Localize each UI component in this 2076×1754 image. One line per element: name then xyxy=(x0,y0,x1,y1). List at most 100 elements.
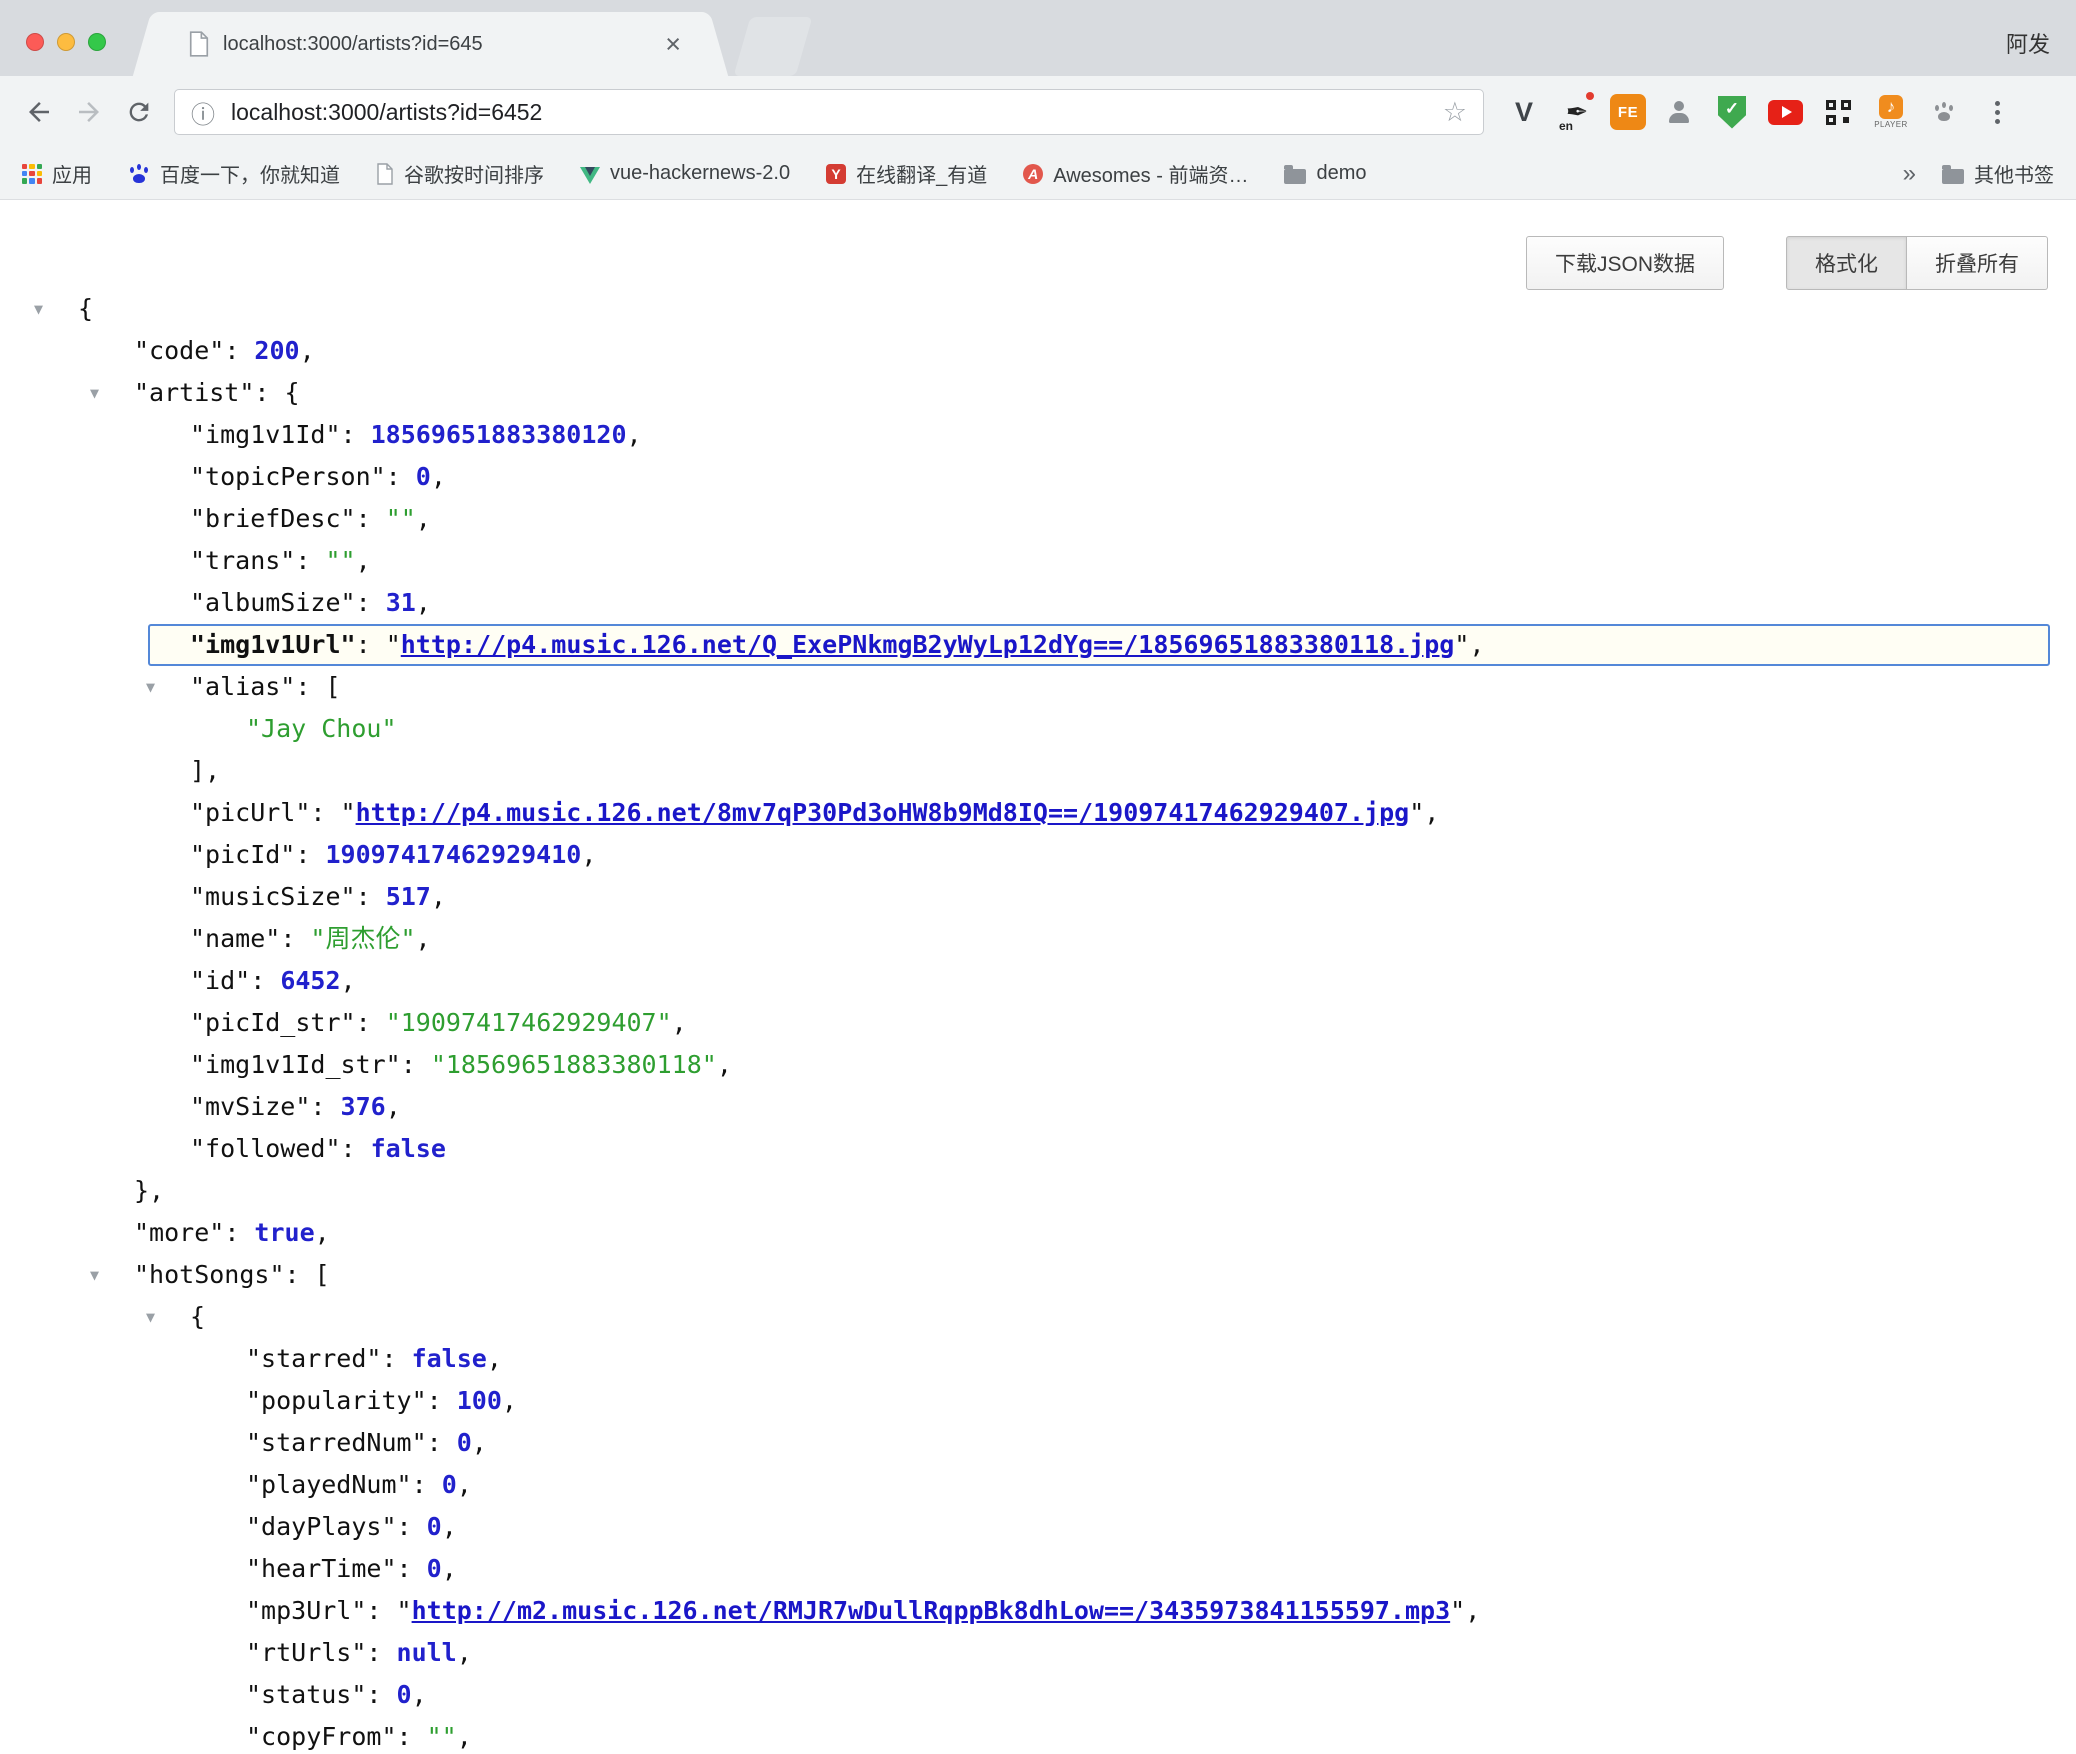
collapse-toggle-icon[interactable]: ▼ xyxy=(90,1254,99,1296)
download-json-button[interactable]: 下载JSON数据 xyxy=(1526,236,1724,290)
close-tab-icon[interactable]: × xyxy=(665,31,681,58)
collapse-all-button[interactable]: 折叠所有 xyxy=(1907,236,2048,290)
json-url-link[interactable]: http://p4.music.126.net/Q_ExePNkmgB2yWyL… xyxy=(401,630,1455,659)
new-tab-button[interactable] xyxy=(734,17,813,76)
json-line-highlighted: "img1v1Url": "http://p4.music.126.net/Q_… xyxy=(148,624,2050,666)
json-line: "img1v1Id": 18569651883380120, xyxy=(0,414,2076,456)
json-token: 0 xyxy=(457,1428,472,1457)
json-line: "mp3Url": "http://m2.music.126.net/RMJR7… xyxy=(0,1590,2076,1632)
json-url-link[interactable]: http://p4.music.126.net/8mv7qP30Pd3oHW8b… xyxy=(356,798,1410,827)
bookmarks-overflow-icon[interactable]: » xyxy=(1903,160,1916,188)
paw-icon xyxy=(1933,101,1955,123)
window-close-button[interactable] xyxy=(26,33,44,51)
bookmark-label: Awesomes - 前端资… xyxy=(1053,159,1248,188)
collapse-toggle-icon[interactable]: ▼ xyxy=(146,666,155,708)
json-token: , xyxy=(300,336,315,365)
reload-icon xyxy=(125,98,153,126)
three-dot-menu-icon xyxy=(1995,101,2000,106)
json-token: , xyxy=(442,1512,457,1541)
json-token: , xyxy=(1469,630,1484,659)
player-extension-icon[interactable]: ♪ PLAYER xyxy=(1871,88,1911,136)
view-mode-segment: 格式化 折叠所有 xyxy=(1786,236,2048,290)
json-token: , xyxy=(431,882,446,911)
json-token: "" xyxy=(386,504,416,533)
v-extension-icon[interactable]: V xyxy=(1504,88,1544,136)
url-text[interactable]: localhost:3000/artists?id=6452 xyxy=(231,99,1443,126)
bookmark-star-icon[interactable]: ☆ xyxy=(1443,97,1467,128)
page-info-icon[interactable]: ⓘ xyxy=(191,95,215,130)
json-token: , xyxy=(315,1218,330,1247)
forward-arrow-icon xyxy=(74,97,104,127)
json-token: , xyxy=(356,546,371,575)
json-token: " xyxy=(1450,1596,1465,1625)
grid-cell xyxy=(37,164,42,169)
json-line: "dayPlays": 0, xyxy=(0,1506,2076,1548)
json-line: "picId_str": "19097417462929407", xyxy=(0,1002,2076,1044)
json-token: "img1v1Url" xyxy=(190,630,356,659)
address-bar[interactable]: ⓘ localhost:3000/artists?id=6452 ☆ xyxy=(174,89,1484,135)
browser-tab[interactable]: localhost:3000/artists?id=645 × xyxy=(158,12,703,76)
json-line: "rtUrls": null, xyxy=(0,1632,2076,1674)
bookmark-demo-folder[interactable]: demo xyxy=(1284,162,1366,185)
window-zoom-button[interactable] xyxy=(88,33,106,51)
qr-module xyxy=(1843,117,1849,123)
fehelper-extension-icon[interactable]: FE xyxy=(1610,94,1646,130)
json-token: " xyxy=(1454,630,1469,659)
json-token: : xyxy=(356,588,386,617)
bookmark-youdao[interactable]: Y 在线翻译_有道 xyxy=(826,159,987,188)
forward-button[interactable] xyxy=(64,87,114,137)
json-token: : xyxy=(285,1260,315,1289)
folder-icon xyxy=(1942,169,1964,184)
json-token: 19097417462929410 xyxy=(325,840,581,869)
reload-button[interactable] xyxy=(114,87,164,137)
json-token: "popularity" xyxy=(246,1386,427,1415)
json-line: "id": 6452, xyxy=(0,960,2076,1002)
json-token: , xyxy=(581,840,596,869)
json-url-link[interactable]: http://m2.music.126.net/RMJR7wDullRqppBk… xyxy=(412,1596,1451,1625)
qr-module xyxy=(1826,100,1836,110)
collapse-toggle-icon[interactable]: ▼ xyxy=(34,288,43,330)
bookmark-baidu[interactable]: 百度一下，你就知道 xyxy=(128,159,340,188)
bookmark-apps[interactable]: 应用 xyxy=(22,159,92,188)
format-button[interactable]: 格式化 xyxy=(1786,236,1907,290)
json-token: : xyxy=(224,336,254,365)
json-token: [ xyxy=(315,1260,330,1289)
json-token: : xyxy=(412,1470,442,1499)
json-token: " xyxy=(397,1596,412,1625)
json-token: : xyxy=(295,672,325,701)
json-token: false xyxy=(371,1134,446,1163)
youtube-extension-icon[interactable] xyxy=(1765,88,1805,136)
json-token: , xyxy=(412,1680,427,1709)
back-button[interactable] xyxy=(14,87,64,137)
translate-extension-icon[interactable]: ✒ en xyxy=(1557,88,1597,136)
json-token: : xyxy=(381,1344,411,1373)
json-token: 0 xyxy=(397,1680,412,1709)
collapse-toggle-icon[interactable]: ▼ xyxy=(146,1296,155,1338)
json-token: "picId" xyxy=(190,840,295,869)
person-icon xyxy=(1668,101,1690,124)
red-dot-badge xyxy=(1586,92,1594,100)
json-line: "musicSize": 517, xyxy=(0,876,2076,918)
bookmark-awesomes[interactable]: A Awesomes - 前端资… xyxy=(1023,159,1248,188)
json-token: "alias" xyxy=(190,672,295,701)
awesomes-icon: A xyxy=(1023,164,1043,184)
profile-name: 阿发 xyxy=(2006,27,2050,59)
json-token: : xyxy=(397,1512,427,1541)
browser-menu-button[interactable] xyxy=(1977,88,2017,136)
paw-extension-icon[interactable] xyxy=(1924,88,1964,136)
collapse-toggle-icon[interactable]: ▼ xyxy=(90,372,99,414)
bookmark-google-sort[interactable]: 谷歌按时间排序 xyxy=(376,159,544,188)
window-minimize-button[interactable] xyxy=(57,33,75,51)
other-bookmarks[interactable]: 其他书签 xyxy=(1942,159,2054,188)
json-line: "mvSize": 376, xyxy=(0,1086,2076,1128)
json-token: 31 xyxy=(386,588,416,617)
adblock-extension-icon[interactable]: ✓ xyxy=(1712,88,1752,136)
json-token: : xyxy=(310,1092,340,1121)
qrcode-extension-icon[interactable] xyxy=(1818,88,1858,136)
json-token: , xyxy=(487,1344,502,1373)
browser-toolbar: ⓘ localhost:3000/artists?id=6452 ☆ V ✒ e… xyxy=(0,76,2076,148)
bookmark-vue-hackernews[interactable]: vue-hackernews-2.0 xyxy=(580,162,790,185)
json-token: , xyxy=(386,1092,401,1121)
profile-extension-icon[interactable] xyxy=(1659,88,1699,136)
json-token: "周杰伦" xyxy=(310,924,415,953)
